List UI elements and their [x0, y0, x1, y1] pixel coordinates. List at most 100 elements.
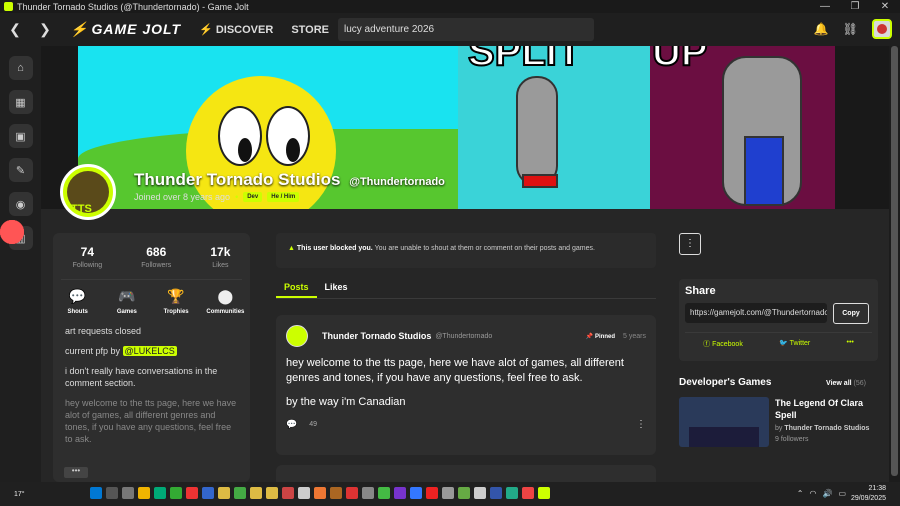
app-icon-5[interactable]: [298, 487, 310, 499]
app-icon-2[interactable]: [202, 487, 214, 499]
profile-joined: Joined over 8 years ago • Dev He / Him: [134, 192, 300, 202]
weather-widget[interactable]: 17°: [14, 491, 25, 498]
post-author-avatar[interactable]: [286, 325, 308, 347]
comment-count[interactable]: 49: [309, 421, 317, 428]
chrome-icon-2[interactable]: [250, 487, 262, 499]
pinned-label: 📌 Pinned: [585, 333, 616, 340]
taskbar-apps: [90, 487, 550, 499]
app-icon-15[interactable]: [458, 487, 470, 499]
store-link[interactable]: STORE: [291, 24, 329, 36]
search-input[interactable]: lucy adventure 2026: [338, 18, 594, 41]
app-icon-14[interactable]: [442, 487, 454, 499]
app-icon-11[interactable]: [394, 487, 406, 499]
shouts-button[interactable]: 💬 Shouts: [55, 288, 100, 315]
app-icon-7[interactable]: [330, 487, 342, 499]
games-button[interactable]: 🎮 Games: [104, 288, 149, 315]
app-icon-9[interactable]: [362, 487, 374, 499]
discover-link[interactable]: ⚡ DISCOVER: [199, 23, 273, 36]
stat-following[interactable]: 74 Following: [73, 245, 103, 269]
post-time[interactable]: 5 years: [623, 333, 646, 340]
app-icon-13[interactable]: [426, 487, 438, 499]
game-title[interactable]: The Legend Of Clara Spell: [775, 397, 881, 421]
app-icon-19[interactable]: [522, 487, 534, 499]
communities-button[interactable]: ⬤ Communities: [203, 288, 248, 315]
more-share-button[interactable]: •••: [847, 339, 854, 349]
app-icon-16[interactable]: [474, 487, 486, 499]
sidebar-store-icon[interactable]: ▦: [8, 90, 33, 114]
file-explorer-icon[interactable]: [138, 487, 150, 499]
clock[interactable]: 21:38 29/09/2025: [851, 484, 886, 504]
game-developer[interactable]: by Thunder Tornado Studios: [775, 425, 881, 432]
profile-info-card: 74 Following 686 Followers 17k Likes 💬 Shout…: [53, 233, 250, 482]
gamejolt-logo[interactable]: ⚡ GAME JOLT: [70, 21, 181, 38]
maximize-button[interactable]: ❐: [840, 1, 870, 12]
share-url-field[interactable]: https://gamejolt.com/@Thundertornado: [685, 303, 827, 323]
profile-options-button[interactable]: ⋮: [679, 233, 701, 255]
profile-bio: art requests closed current pfp by @LUKE…: [65, 326, 237, 444]
post-options-button[interactable]: ⋮: [636, 419, 646, 430]
wifi-icon[interactable]: ◠: [809, 489, 816, 498]
windows-taskbar: 17° ⌃ ◠ 🔊 ▭ 21:38 29/09/2025: [0, 482, 900, 506]
sidebar-backpack-icon[interactable]: ▣: [8, 124, 33, 148]
communities-icon: ⬤: [217, 288, 234, 304]
comment-icon[interactable]: 💬: [286, 419, 297, 430]
app-icon-3[interactable]: [234, 487, 246, 499]
edge-icon[interactable]: [154, 487, 166, 499]
bio-expand-button[interactable]: •••: [64, 467, 88, 478]
chrome-icon-3[interactable]: [266, 487, 278, 499]
trophies-button[interactable]: 🏆 Trophies: [154, 288, 199, 315]
gamejolt-taskbar-icon[interactable]: [538, 487, 550, 499]
sidebar-community-6-icon[interactable]: [0, 220, 24, 244]
forward-button[interactable]: ❯: [30, 21, 60, 38]
quest-icon[interactable]: ⛓: [843, 22, 858, 36]
app-icon-12[interactable]: [410, 487, 422, 499]
twitter-share-button[interactable]: 🐦 Twitter: [779, 339, 810, 349]
copy-button[interactable]: Copy: [833, 303, 869, 324]
blocked-notice: ▲ This user blocked you. You are unable …: [276, 233, 656, 268]
window-titlebar: Thunder Tornado Studios (@Thundertornado…: [0, 0, 900, 13]
chrome-icon[interactable]: [218, 487, 230, 499]
view-all-link[interactable]: View all (56): [826, 380, 866, 387]
trophy-icon: 🏆: [167, 288, 185, 304]
stat-followers[interactable]: 686 Followers: [141, 245, 171, 269]
xbox-icon[interactable]: [170, 487, 182, 499]
app-icon-8[interactable]: [346, 487, 358, 499]
mention-link[interactable]: @LUKELCS: [122, 346, 177, 356]
pronouns-badge: He / Him: [267, 192, 300, 202]
post-author-name[interactable]: Thunder Tornado Studios: [322, 331, 431, 341]
app-icon-1[interactable]: [186, 487, 198, 499]
game-card[interactable]: The Legend Of Clara Spell by Thunder Tor…: [679, 397, 881, 447]
profile-avatar[interactable]: TTS: [60, 164, 116, 220]
search-icon[interactable]: [106, 487, 118, 499]
close-button[interactable]: ✕: [870, 1, 900, 12]
app-icon-18[interactable]: [506, 487, 518, 499]
page-scrollbar[interactable]: [889, 46, 900, 482]
tray-overflow-icon[interactable]: ⌃: [797, 489, 804, 498]
sidebar-discover-icon[interactable]: ✎: [8, 158, 33, 182]
app-icon-4[interactable]: [282, 487, 294, 499]
app-icon-10[interactable]: [378, 487, 390, 499]
stat-likes[interactable]: 17k Likes: [210, 245, 230, 269]
tab-likes[interactable]: Likes: [317, 277, 356, 298]
post-body: hey welcome to the tts page, here we hav…: [286, 357, 624, 408]
app-icon-17[interactable]: [490, 487, 502, 499]
feed-column: ▲ This user blocked you. You are unable …: [276, 233, 656, 482]
minimize-button[interactable]: —: [810, 1, 840, 12]
app-icon-6[interactable]: [314, 487, 326, 499]
user-avatar[interactable]: [872, 19, 892, 39]
volume-icon[interactable]: 🔊: [822, 489, 832, 498]
notifications-bell-icon[interactable]: 🔔: [814, 22, 829, 36]
games-icon: 🎮: [118, 288, 136, 304]
tab-posts[interactable]: Posts: [276, 277, 317, 298]
post-author-handle[interactable]: @Thundertornado: [435, 333, 492, 340]
sidebar-library-icon[interactable]: ◉: [8, 192, 33, 216]
game-thumbnail[interactable]: [679, 397, 769, 447]
battery-icon[interactable]: ▭: [838, 489, 846, 498]
back-button[interactable]: ❮: [0, 21, 30, 38]
shouts-icon: 💬: [68, 288, 87, 304]
task-view-icon[interactable]: [122, 487, 134, 499]
sidebar-home-icon[interactable]: ⌂: [8, 56, 33, 80]
facebook-share-button[interactable]: ⓕ Facebook: [703, 339, 743, 349]
system-tray: ⌃ ◠ 🔊 ▭: [797, 489, 846, 498]
start-icon[interactable]: [90, 487, 102, 499]
